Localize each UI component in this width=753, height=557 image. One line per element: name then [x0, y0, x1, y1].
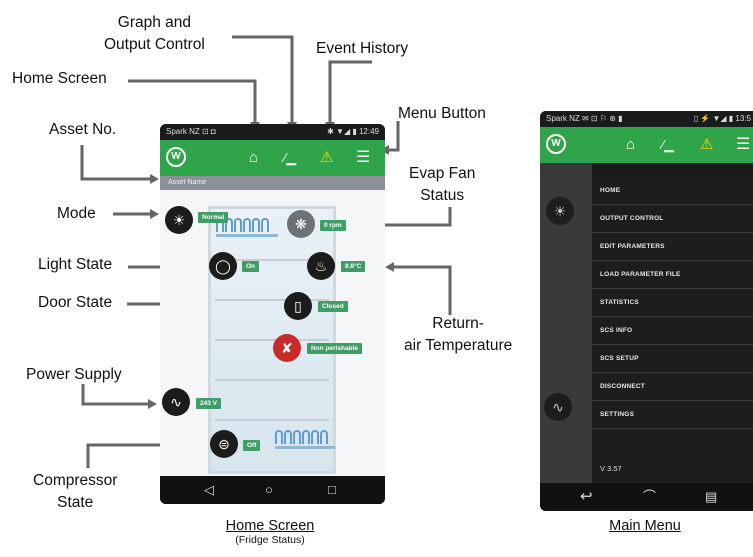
- power-supply-callout: Power Supply: [26, 366, 122, 383]
- mode-sun-icon[interactable]: ☀: [165, 206, 193, 234]
- power-wave-icon[interactable]: ∿: [162, 388, 190, 416]
- compressor-callout: Compressor State: [33, 472, 118, 511]
- compressor-tag: Off: [243, 440, 261, 451]
- menu-back-icon[interactable]: ↩: [580, 488, 593, 506]
- dimmed-home-screen: ☀ ∿: [540, 163, 592, 483]
- menu-button-callout: Menu Button: [398, 105, 486, 122]
- menu-status-bar: Spark NZ ✉ ⊡ ⚐ ⊛ ▮ ▯ ⚡ ▼◢ ▮ 13:5: [540, 111, 753, 127]
- home-caption-subtitle: (Fridge Status): [235, 534, 305, 546]
- fan-icon[interactable]: ❋: [287, 210, 315, 238]
- door-icon[interactable]: ▯: [284, 292, 312, 320]
- status-right: ✱ ▼◢ ▮ 12:49: [327, 127, 379, 136]
- menu-item-load-parameter-file[interactable]: LOAD PARAMETER FILE: [592, 261, 753, 289]
- event-history-callout: Event History: [316, 40, 409, 57]
- menu-item-statistics[interactable]: STATISTICS: [592, 289, 753, 317]
- menu-status-right: ▯ ⚡ ▼◢ ▮ 13:5: [693, 114, 751, 123]
- temp-tag: 8.8°C: [341, 261, 366, 272]
- mode-callout: Mode: [57, 205, 96, 222]
- recents-icon[interactable]: □: [328, 481, 336, 499]
- menu-caption: Main Menu: [590, 518, 700, 534]
- version-label: V 3.57: [600, 464, 622, 473]
- home-phone: Spark NZ ⊡ ◘ ✱ ▼◢ ▮ 12:49 W ⌂ ∕▁ ⚠ ☰ Ass…: [160, 124, 385, 504]
- graph-output-callout: Graph and Output Control: [104, 14, 205, 53]
- perishable-icon[interactable]: ✘: [273, 334, 301, 362]
- home-nav-icon[interactable]: ○: [265, 481, 273, 499]
- warning-icon[interactable]: ⚠: [320, 148, 333, 168]
- menu-recents-icon[interactable]: ▤: [705, 488, 717, 506]
- status-bar: Spark NZ ⊡ ◘ ✱ ▼◢ ▮ 12:49: [160, 124, 385, 140]
- mode-tag: Normal: [198, 212, 229, 223]
- light-tag: On: [242, 261, 260, 272]
- menu-item-disconnect[interactable]: DISCONNECT: [592, 373, 753, 401]
- menu-nav-bar: ↩ ⌒ ▤: [540, 483, 753, 511]
- home-icon[interactable]: ⌂: [249, 148, 258, 168]
- menu-caption-title: Main Menu: [609, 518, 681, 534]
- power-supply-line: [81, 384, 148, 406]
- menu-item-edit-parameters[interactable]: EDIT PARAMETERS: [592, 233, 753, 261]
- status-left: Spark NZ ⊡ ◘: [166, 127, 216, 136]
- back-icon[interactable]: ◁: [204, 481, 214, 499]
- menu-graph-icon[interactable]: ∕▁: [662, 135, 674, 155]
- menu-home-icon[interactable]: ⌂: [626, 135, 635, 155]
- thermometer-icon[interactable]: ♨: [307, 252, 335, 280]
- menu-logo-icon: W: [546, 134, 566, 154]
- menu-item-settings[interactable]: SETTINGS: [592, 401, 753, 429]
- home-screen-callout: Home Screen: [12, 70, 107, 87]
- asset-no-callout: Asset No.: [49, 121, 117, 138]
- menu-icon[interactable]: ☰: [356, 148, 370, 168]
- return-air-callout: Return-air Temperature: [404, 315, 513, 354]
- menu-menu-icon[interactable]: ☰: [736, 135, 750, 155]
- logo-icon: W: [166, 147, 186, 167]
- main-menu-drawer: HOME OUTPUT CONTROL EDIT PARAMETERS LOAD…: [592, 177, 753, 483]
- home-caption-title: Home Screen: [225, 518, 315, 534]
- dimmed-mode-icon: ☀: [546, 197, 574, 225]
- menu-item-output-control[interactable]: OUTPUT CONTROL: [592, 205, 753, 233]
- perishable-tag: Non perishable: [307, 343, 362, 354]
- condenser-coil-icon: [275, 430, 335, 449]
- graph-icon[interactable]: ∕▁: [284, 148, 296, 168]
- menu-phone: Spark NZ ✉ ⊡ ⚐ ⊛ ▮ ▯ ⚡ ▼◢ ▮ 13:5 W ⌂ ∕▁ …: [540, 111, 753, 511]
- dimmed-power-icon: ∿: [544, 393, 572, 421]
- event-history-line: [328, 60, 372, 123]
- menu-status-left: Spark NZ ✉ ⊡ ⚐ ⊛ ▮: [546, 114, 623, 123]
- light-bulb-icon[interactable]: ◯: [209, 252, 237, 280]
- menu-home-nav-icon[interactable]: ⌒: [643, 488, 656, 506]
- menu-warning-icon[interactable]: ⚠: [700, 135, 713, 155]
- home-screen-line: [128, 79, 257, 123]
- app-bar: W ⌂ ∕▁ ⚠ ☰: [160, 140, 385, 176]
- return-air-line: [393, 265, 452, 315]
- nav-bar: ◁ ○ □: [160, 476, 385, 504]
- menu-item-scs-info[interactable]: SCS INFO: [592, 317, 753, 345]
- fan-tag: 0 rpm: [320, 220, 346, 231]
- menu-button-line: [388, 121, 400, 152]
- asset-name-bar: Asset Name: [160, 176, 385, 190]
- door-tag: Closed: [318, 301, 348, 312]
- home-caption: Home Screen (Fridge Status): [205, 518, 335, 546]
- light-state-callout: Light State: [38, 256, 113, 273]
- evap-fan-callout: Evap Fan Status: [409, 165, 476, 204]
- menu-item-scs-setup[interactable]: SCS SETUP: [592, 345, 753, 373]
- door-state-callout: Door State: [38, 294, 113, 311]
- menu-item-home[interactable]: HOME: [592, 177, 753, 205]
- asset-no-line: [80, 145, 150, 181]
- power-tag: 243 V: [196, 398, 221, 409]
- fridge-status-screen: ☀ Normal ❋ 0 rpm ◯ On ♨ 8.8°C ▯ Closed ✘…: [160, 190, 385, 476]
- compressor-icon[interactable]: ⊜: [210, 430, 238, 458]
- menu-app-bar: W ⌂ ∕▁ ⚠ ☰: [540, 127, 753, 163]
